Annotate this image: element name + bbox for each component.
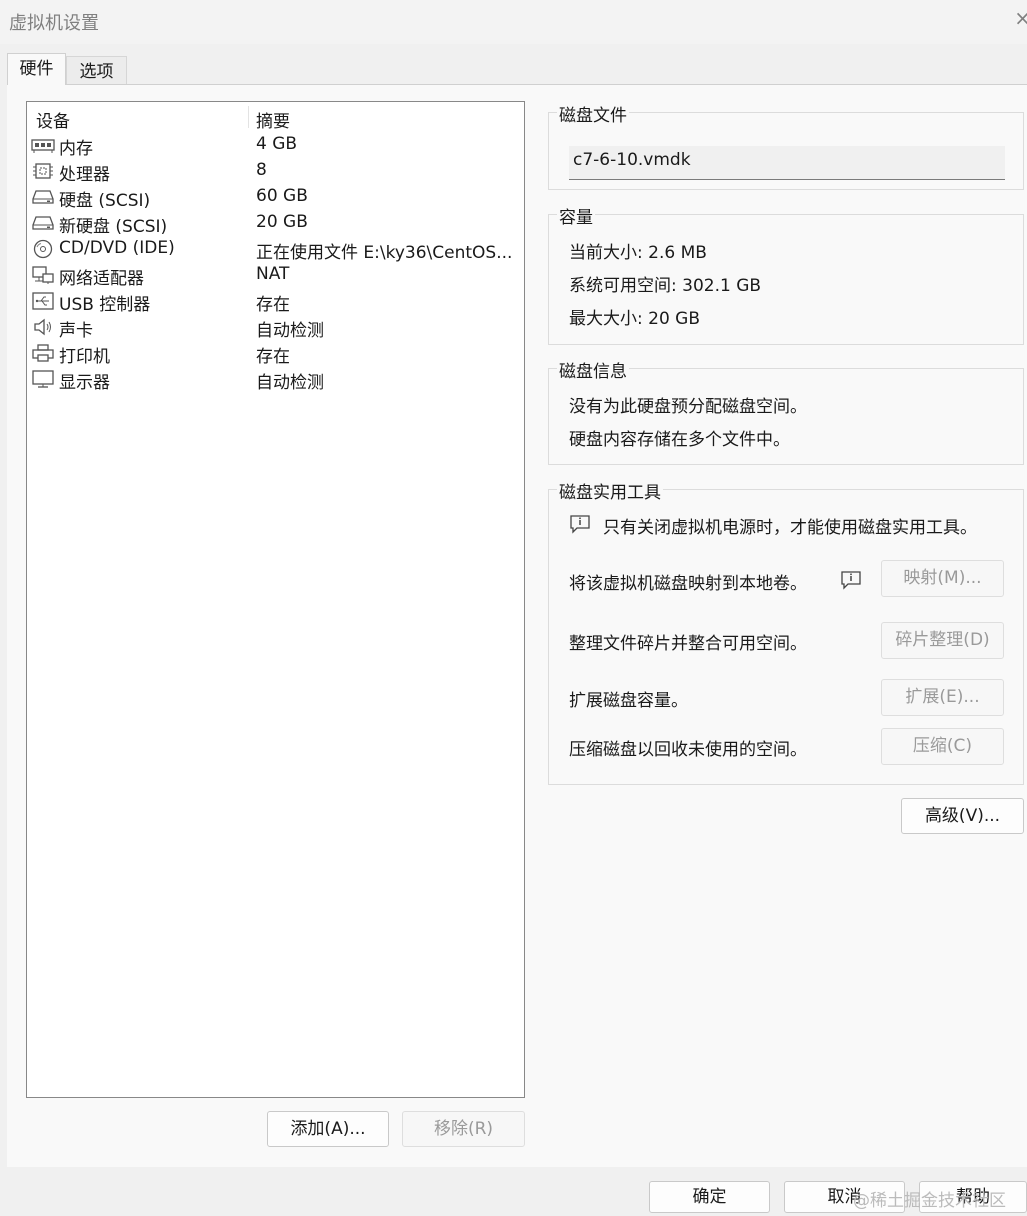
device-summary: NAT — [256, 264, 290, 284]
disk-info-line: 没有为此硬盘预分配磁盘空间。 — [569, 397, 807, 417]
cd-dvd-icon — [31, 239, 55, 259]
device-summary: 4 GB — [256, 134, 298, 154]
add-device-button[interactable]: 添加(A)... — [267, 1111, 389, 1147]
capacity-title: 容量 — [557, 203, 595, 228]
device-summary: 60 GB — [256, 186, 308, 206]
device-name: USB 控制器 — [59, 295, 151, 315]
device-name: 网络适配器 — [59, 269, 144, 289]
column-divider[interactable] — [248, 106, 249, 128]
device-name: 新硬盘 (SCSI) — [59, 217, 168, 237]
column-header-device[interactable]: 设备 — [36, 107, 70, 132]
disk-file-title: 磁盘文件 — [557, 101, 629, 126]
max-size-text: 最大大小: 20 GB — [569, 309, 701, 329]
device-name: 硬盘 (SCSI) — [59, 191, 151, 211]
device-name: 声卡 — [59, 321, 93, 341]
title-bar: 虚拟机设置 × — [0, 0, 1027, 44]
map-disk-label: 将该虚拟机磁盘映射到本地卷。 — [569, 574, 807, 594]
disk-file-field[interactable]: c7-6-10.vmdk — [569, 146, 1005, 180]
device-name: 打印机 — [59, 347, 110, 367]
device-list-header: 设备 摘要 — [27, 102, 524, 132]
hard-disk-icon — [31, 213, 55, 233]
disk-info-title: 磁盘信息 — [557, 357, 629, 382]
compact-button[interactable]: 压缩(C) — [881, 728, 1004, 765]
monitor-icon — [31, 369, 55, 389]
system-free-space-text: 系统可用空间: 302.1 GB — [569, 276, 762, 296]
disk-utilities-title: 磁盘实用工具 — [557, 478, 663, 503]
device-name: 显示器 — [59, 373, 110, 393]
device-row-processor[interactable]: 处理器 8 — [27, 158, 524, 185]
watermark-text: @稀土掘金技术社区 — [853, 1191, 1006, 1211]
hard-disk-icon — [31, 187, 55, 207]
network-adapter-icon — [31, 265, 55, 285]
column-header-summary[interactable]: 摘要 — [256, 107, 290, 132]
utilities-notice-text: 只有关闭虚拟机电源时，才能使用磁盘实用工具。 — [603, 518, 977, 538]
expand-button[interactable]: 扩展(E)... — [881, 679, 1004, 716]
disk-utilities-group: 磁盘实用工具 只有关闭虚拟机电源时，才能使用磁盘实用工具。 将该虚拟机磁盘映射到… — [548, 478, 1024, 785]
device-summary: 自动检测 — [256, 321, 324, 341]
map-disk-button[interactable]: 映射(M)... — [881, 560, 1004, 597]
device-summary: 自动检测 — [256, 373, 324, 393]
device-row-hard-disk[interactable]: 硬盘 (SCSI) 60 GB — [27, 184, 524, 211]
capacity-group: 容量 当前大小: 2.6 MB 系统可用空间: 302.1 GB 最大大小: 2… — [548, 203, 1024, 345]
disk-info-line: 硬盘内容存储在多个文件中。 — [569, 430, 790, 450]
window-title: 虚拟机设置 — [9, 13, 99, 34]
ok-button[interactable]: 确定 — [649, 1181, 770, 1213]
device-summary: 存在 — [256, 347, 290, 367]
device-list[interactable]: 设备 摘要 内存 4 GB 处理器 8 硬盘 (SCSI) 60 GB 新硬盘 … — [26, 101, 525, 1098]
device-name: 处理器 — [59, 165, 110, 185]
current-size-text: 当前大小: 2.6 MB — [569, 243, 707, 263]
defragment-button[interactable]: 碎片整理(D) — [881, 622, 1004, 659]
device-row-cd-dvd[interactable]: CD/DVD (IDE) 正在使用文件 E:\ky36\CentOS... — [27, 236, 524, 263]
usb-icon — [31, 291, 55, 311]
device-summary: 8 — [256, 160, 267, 180]
compact-label: 压缩磁盘以回收未使用的空间。 — [569, 740, 807, 760]
device-name: 内存 — [59, 139, 93, 159]
device-row-display[interactable]: 显示器 自动检测 — [27, 366, 524, 393]
tab-hardware[interactable]: 硬件 — [7, 53, 66, 85]
speaker-icon — [31, 317, 55, 337]
info-icon[interactable] — [840, 570, 862, 590]
defragment-label: 整理文件碎片并整合可用空间。 — [569, 634, 807, 654]
memory-icon — [31, 135, 55, 155]
tab-options[interactable]: 选项 — [66, 56, 127, 86]
device-summary: 正在使用文件 E:\ky36\CentOS... — [256, 243, 513, 263]
advanced-button[interactable]: 高级(V)... — [901, 798, 1024, 834]
disk-info-group: 磁盘信息 没有为此硬盘预分配磁盘空间。 硬盘内容存储在多个文件中。 — [548, 357, 1024, 465]
printer-icon — [31, 343, 55, 363]
device-name: CD/DVD (IDE) — [59, 238, 175, 258]
disk-file-group: 磁盘文件 c7-6-10.vmdk — [548, 101, 1024, 190]
expand-label: 扩展磁盘容量。 — [569, 691, 688, 711]
device-row-new-hard-disk[interactable]: 新硬盘 (SCSI) 20 GB — [27, 210, 524, 237]
device-row-memory[interactable]: 内存 4 GB — [27, 132, 524, 159]
device-row-usb-controller[interactable]: USB 控制器 存在 — [27, 288, 524, 315]
info-icon — [569, 514, 591, 534]
device-row-sound-card[interactable]: 声卡 自动检测 — [27, 314, 524, 341]
device-row-network-adapter[interactable]: 网络适配器 NAT — [27, 262, 524, 289]
processor-icon — [31, 161, 55, 181]
remove-device-button[interactable]: 移除(R) — [402, 1111, 525, 1147]
device-summary: 20 GB — [256, 212, 308, 232]
device-summary: 存在 — [256, 295, 290, 315]
close-icon[interactable]: × — [1014, 6, 1027, 30]
device-row-printer[interactable]: 打印机 存在 — [27, 340, 524, 367]
